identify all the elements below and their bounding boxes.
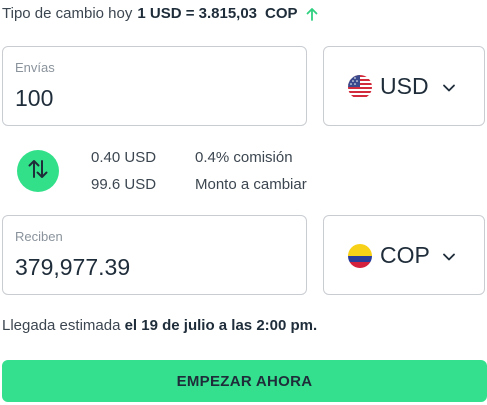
colombia-flag-icon (348, 244, 372, 268)
send-currency-code: USD (380, 73, 429, 99)
eta-date: el 19 de julio a las 2:00 pm. (124, 317, 318, 334)
receive-currency-code: COP (380, 242, 430, 268)
exchange-rate-value: 1 USD = 3.815,03 (137, 5, 258, 22)
start-now-button[interactable]: EMPEZAR AHORA (2, 360, 487, 402)
fee-description: Monto a cambiar (195, 176, 307, 193)
chevron-down-icon (442, 80, 456, 92)
chevron-down-icon (442, 249, 456, 261)
up-arrow-icon (306, 7, 318, 21)
fee-amount: 99.6 USD (91, 176, 157, 193)
send-amount-field[interactable]: Envías 100 (2, 46, 307, 126)
receive-amount-value[interactable]: 379,977.39 (15, 254, 130, 281)
receive-amount-field[interactable]: Reciben 379,977.39 (2, 215, 307, 295)
currency-converter: Tipo de cambio hoy 1 USD = 3.815,03 COP … (0, 0, 487, 405)
receive-currency-select[interactable]: COP (323, 215, 485, 295)
exchange-rate-prefix: Tipo de cambio hoy (2, 5, 133, 22)
eta-prefix: Llegada estimada (2, 317, 121, 334)
send-amount-label: Envías (15, 60, 55, 75)
fee-description: 0.4% comisión (195, 149, 293, 166)
swap-arrows-icon (27, 159, 49, 184)
send-currency-select[interactable]: USD (323, 46, 485, 126)
send-amount-value[interactable]: 100 (15, 85, 53, 112)
us-flag-icon (348, 75, 372, 99)
receive-amount-label: Reciben (15, 229, 63, 244)
swap-button[interactable] (17, 150, 59, 192)
exchange-rate-currency: COP (265, 5, 298, 22)
exchange-rate-line: Tipo de cambio hoy 1 USD = 3.815,03 COP (2, 5, 318, 22)
estimated-arrival: Llegada estimada el 19 de julio a las 2:… (2, 317, 317, 334)
fee-amount: 0.40 USD (91, 149, 157, 166)
